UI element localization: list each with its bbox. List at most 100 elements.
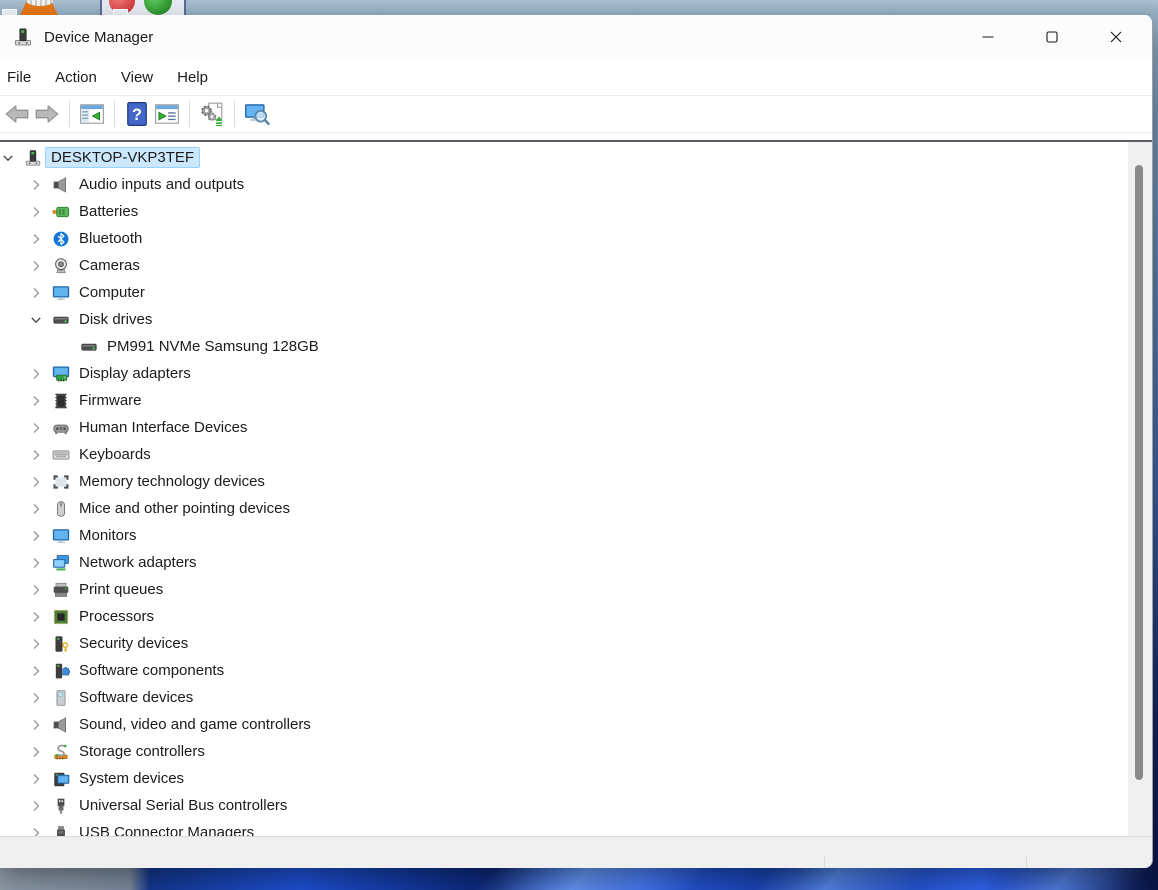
chevron-right-icon[interactable] <box>28 663 44 679</box>
menu-bar: FileActionViewHelp <box>0 59 1152 96</box>
tree-item[interactable]: Cameras <box>0 252 1128 279</box>
tree-item[interactable]: Audio inputs and outputs <box>0 171 1128 198</box>
menu-action[interactable]: Action <box>43 59 109 95</box>
tree-item-label: DESKTOP-VKP3TEF <box>46 148 199 167</box>
status-bar <box>0 836 1152 868</box>
chevron-right-icon[interactable] <box>28 555 44 571</box>
chevron-right-icon[interactable] <box>28 528 44 544</box>
chevron-right-icon[interactable] <box>28 285 44 301</box>
tree-item[interactable]: Mice and other pointing devices <box>0 495 1128 522</box>
tree-item-label: Mice and other pointing devices <box>74 499 295 518</box>
chevron-right-icon[interactable] <box>28 582 44 598</box>
tree-item[interactable]: Keyboards <box>0 441 1128 468</box>
toolbar-separator <box>69 101 70 127</box>
show-hide-console-tree-button[interactable] <box>77 99 107 129</box>
tree-item[interactable]: Batteries <box>0 198 1128 225</box>
tree-item-label: Sound, video and game controllers <box>74 715 316 734</box>
tree-item[interactable]: Universal Serial Bus controllers <box>0 792 1128 819</box>
tree-item[interactable]: Memory technology devices <box>0 468 1128 495</box>
chevron-right-icon[interactable] <box>28 393 44 409</box>
forward-button[interactable] <box>32 99 62 129</box>
tree-item[interactable]: Network adapters <box>0 549 1128 576</box>
tree-item[interactable]: Disk drives <box>0 306 1128 333</box>
chevron-right-icon[interactable] <box>28 798 44 814</box>
storage-controller-icon <box>52 743 70 761</box>
tree-item[interactable]: System devices <box>0 765 1128 792</box>
chevron-down-icon[interactable] <box>28 312 44 328</box>
tree-item[interactable]: Monitors <box>0 522 1128 549</box>
title-bar[interactable]: Device Manager <box>0 15 1152 59</box>
screen: Device Manager FileActionViewHelp ? DESK… <box>0 0 1158 890</box>
content-area: DESKTOP-VKP3TEF Audio inputs and outputs B… <box>0 142 1152 836</box>
chevron-right-icon[interactable] <box>28 825 44 837</box>
window-controls <box>956 15 1148 59</box>
camera-icon <box>52 257 70 275</box>
minimize-button[interactable] <box>956 15 1020 59</box>
tree-item[interactable]: Processors <box>0 603 1128 630</box>
chevron-right-icon[interactable] <box>28 204 44 220</box>
menu-help[interactable]: Help <box>165 59 220 95</box>
chevron-right-icon[interactable] <box>28 609 44 625</box>
chevron-right-icon[interactable] <box>28 231 44 247</box>
chevron-right-icon[interactable] <box>28 717 44 733</box>
vertical-scrollbar[interactable] <box>1128 142 1152 836</box>
help-button[interactable]: ? <box>122 99 152 129</box>
tree-item-label: Memory technology devices <box>74 472 270 491</box>
scan-hardware-changes-button[interactable] <box>242 99 272 129</box>
tree-item[interactable]: USB Connector Managers <box>0 819 1128 836</box>
update-driver-button[interactable] <box>197 99 227 129</box>
close-button[interactable] <box>1084 15 1148 59</box>
tree-item[interactable]: Print queues <box>0 576 1128 603</box>
status-bar-separator <box>1026 856 1027 868</box>
device-tree: DESKTOP-VKP3TEF Audio inputs and outputs B… <box>0 142 1128 836</box>
tree-item[interactable]: Computer <box>0 279 1128 306</box>
tree-item-label: Audio inputs and outputs <box>74 175 249 194</box>
bluetooth-icon <box>52 230 70 248</box>
display-adapter-icon <box>52 365 70 383</box>
chevron-right-icon[interactable] <box>28 771 44 787</box>
disk-icon <box>52 311 70 329</box>
tree-item[interactable]: Firmware <box>0 387 1128 414</box>
tree-item-label: Disk drives <box>74 310 157 329</box>
tree-item-label: Computer <box>74 283 150 302</box>
maximize-button[interactable] <box>1020 15 1084 59</box>
tree-item-label: PM991 NVMe Samsung 128GB <box>102 337 324 356</box>
device-manager-icon <box>13 27 33 47</box>
chevron-right-icon[interactable] <box>28 258 44 274</box>
tree-item[interactable]: Storage controllers <box>0 738 1128 765</box>
tree-item-label: Keyboards <box>74 445 156 464</box>
desktop-background-strip <box>0 0 1158 15</box>
menu-file[interactable]: File <box>1 59 43 95</box>
chevron-right-icon[interactable] <box>28 420 44 436</box>
chevron-right-icon[interactable] <box>28 447 44 463</box>
chevron-right-icon[interactable] <box>28 366 44 382</box>
tree-item-label: Software devices <box>74 688 198 707</box>
tree-item[interactable]: Human Interface Devices <box>0 414 1128 441</box>
window-title: Device Manager <box>44 29 153 46</box>
properties-button[interactable] <box>152 99 182 129</box>
chevron-right-icon[interactable] <box>28 177 44 193</box>
toolbar-separator <box>114 101 115 127</box>
battery-icon <box>52 203 70 221</box>
chevron-right-icon[interactable] <box>28 744 44 760</box>
chevron-down-icon[interactable] <box>0 150 16 166</box>
tree-item[interactable]: Sound, video and game controllers <box>0 711 1128 738</box>
tree-item[interactable]: Security devices <box>0 630 1128 657</box>
tree-item[interactable]: Software components <box>0 657 1128 684</box>
chevron-right-icon[interactable] <box>28 636 44 652</box>
security-device-icon <box>52 635 70 653</box>
chevron-right-icon[interactable] <box>28 501 44 517</box>
tree-item[interactable]: PM991 NVMe Samsung 128GB <box>0 333 1128 360</box>
desktop-wallpaper <box>0 866 1158 890</box>
tree-item[interactable]: Bluetooth <box>0 225 1128 252</box>
tree-item[interactable]: DESKTOP-VKP3TEF <box>0 144 1128 171</box>
monitor-icon <box>52 527 70 545</box>
menu-view[interactable]: View <box>109 59 165 95</box>
back-button[interactable] <box>2 99 32 129</box>
scrollbar-thumb[interactable] <box>1135 165 1143 780</box>
chevron-right-icon[interactable] <box>28 690 44 706</box>
chevron-spacer <box>56 339 72 355</box>
tree-item[interactable]: Software devices <box>0 684 1128 711</box>
tree-item[interactable]: Display adapters <box>0 360 1128 387</box>
chevron-right-icon[interactable] <box>28 474 44 490</box>
